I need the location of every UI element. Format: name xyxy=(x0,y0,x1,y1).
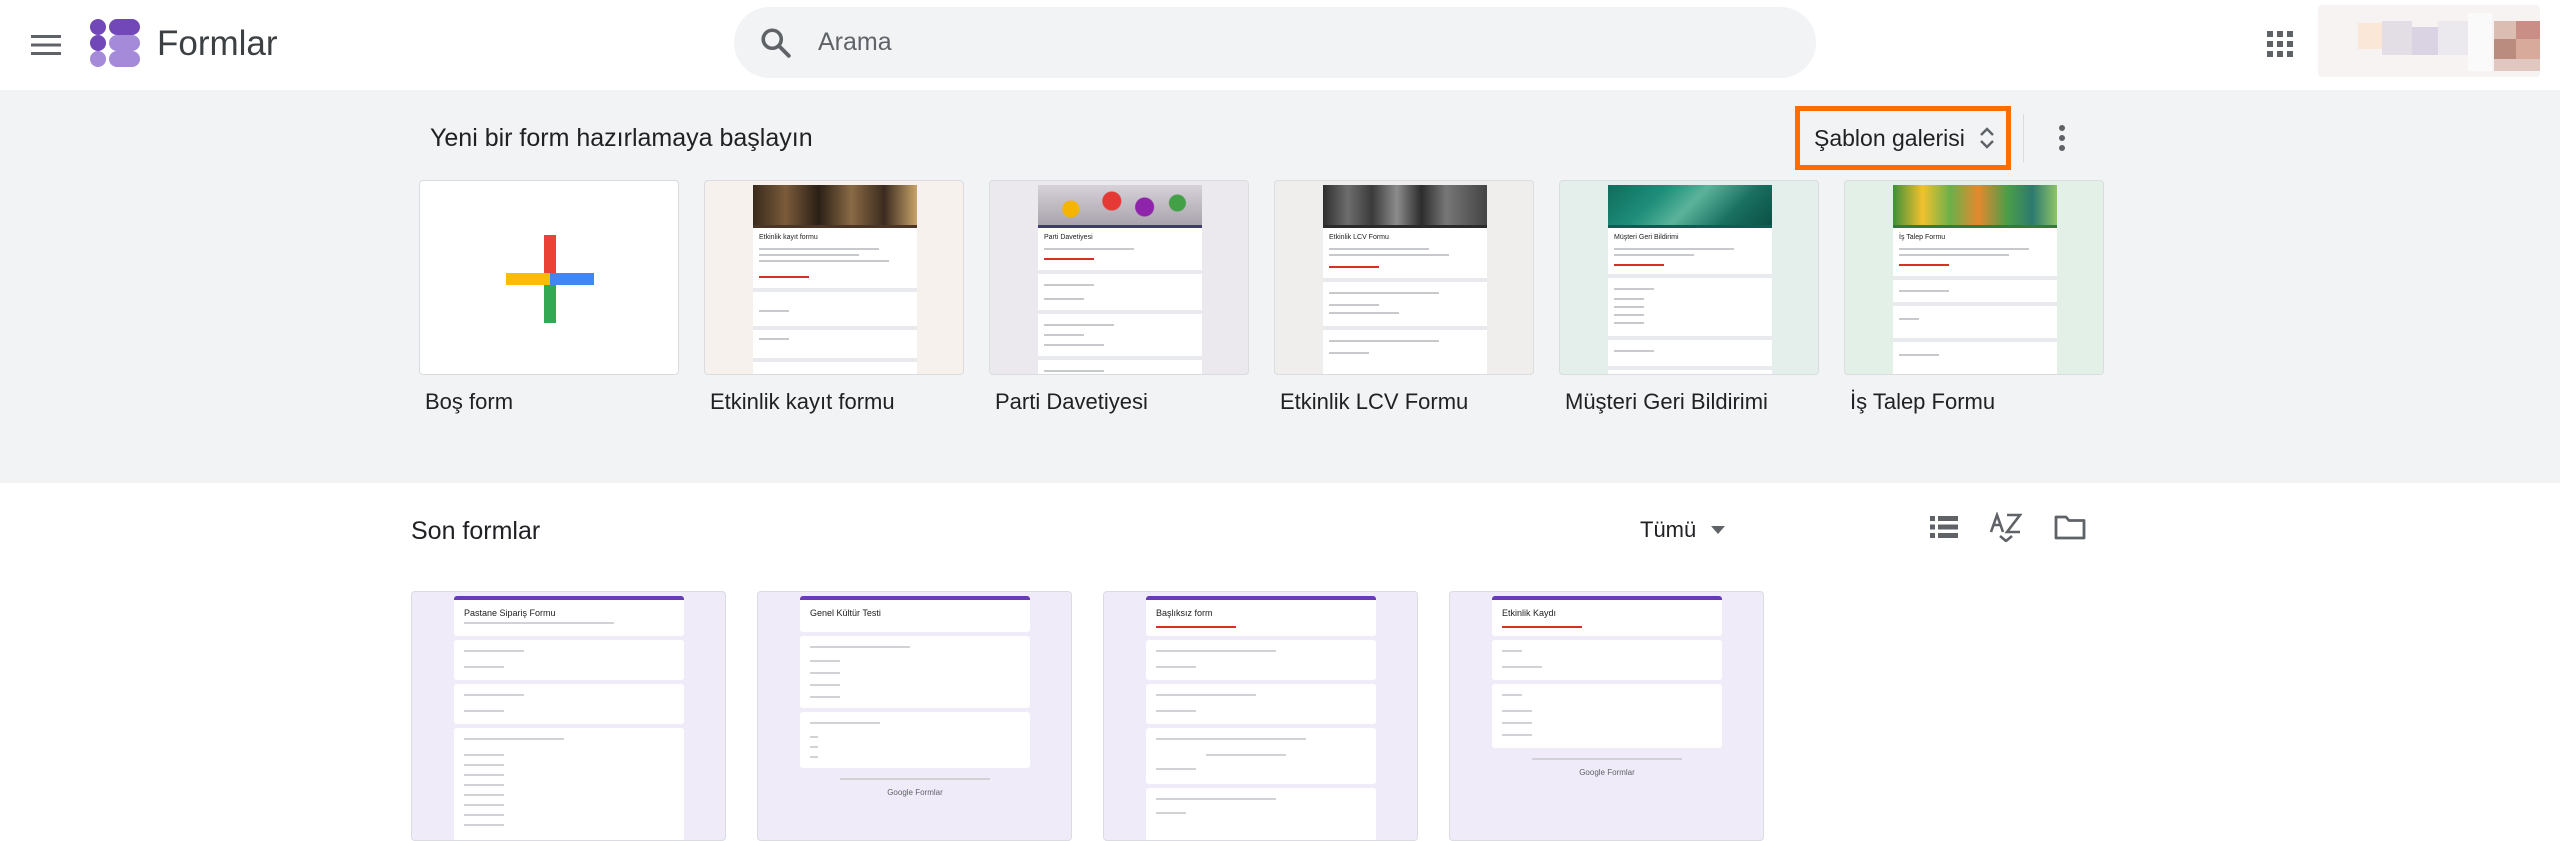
template-label: Etkinlik LCV Formu xyxy=(1280,389,1469,414)
template-thumbnail: Etkinlik LCV Formu xyxy=(1274,180,1534,375)
template-event-rsvp[interactable]: Etkinlik LCV Formu Etkinlik LCV Formu xyxy=(1274,180,1534,415)
template-preview-title: Müşteri Geri Bildirimi xyxy=(1614,234,1679,241)
template-label: Parti Davetiyesi xyxy=(995,389,1148,414)
template-preview-title: Etkinlik LCV Formu xyxy=(1329,234,1389,241)
open-file-picker-button[interactable] xyxy=(2048,505,2092,549)
template-banner-image xyxy=(1608,185,1772,225)
google-apps-button[interactable] xyxy=(2254,18,2306,70)
search-bar[interactable] xyxy=(734,7,1816,78)
template-banner-image xyxy=(1038,185,1202,225)
owner-filter-label: Tümü xyxy=(1640,517,1697,542)
form-preview-footer: Google Formlar xyxy=(887,788,943,797)
template-thumbnail xyxy=(419,180,679,375)
list-view-icon xyxy=(1930,516,1958,538)
template-label: Boş form xyxy=(425,389,514,414)
template-thumbnail: Müşteri Geri Bildirimi xyxy=(1559,180,1819,375)
sort-az-button[interactable] xyxy=(1984,505,2028,549)
template-thumbnail: İş Talep Formu xyxy=(1844,180,2104,375)
recent-form-card[interactable]: Genel Kültür Testi Google Formlar xyxy=(757,591,1072,841)
template-customer-feedback[interactable]: Müşteri Geri Bildirimi Müşteri Geri Bild… xyxy=(1559,180,1819,415)
form-preview-title: Etkinlik Kaydı xyxy=(1502,608,1557,618)
template-label: Müşteri Geri Bildirimi xyxy=(1565,389,1768,414)
top-app-bar: Formlar xyxy=(0,0,2560,90)
form-preview-footer: Google Formlar xyxy=(1579,768,1635,777)
template-gallery-section: Yeni bir form hazırlamaya başlayın Şablo… xyxy=(0,90,2560,483)
toolbar-divider xyxy=(2023,114,2024,162)
recent-form-card[interactable]: Başlıksız form xyxy=(1103,591,1418,841)
template-event-registration[interactable]: Etkinlik kayıt formu Etkinlik kayıt form… xyxy=(704,180,964,415)
main-menu-button[interactable] xyxy=(22,21,70,69)
template-preview-title: Parti Davetiyesi xyxy=(1044,234,1093,241)
template-banner-image xyxy=(1893,185,2057,225)
recent-form-card[interactable]: Etkinlik Kaydı Google Formlar xyxy=(1449,591,1764,841)
template-banner-image xyxy=(753,185,917,225)
template-thumbnail: Etkinlik kayıt formu xyxy=(704,180,964,375)
form-preview-title: Başlıksız form xyxy=(1156,608,1213,618)
arrow-drop-down-icon xyxy=(1711,526,1726,534)
template-gallery-button[interactable]: Şablon galerisi xyxy=(1795,106,2011,170)
apps-grid-icon xyxy=(2267,31,2293,57)
search-icon[interactable] xyxy=(758,25,794,61)
folder-icon xyxy=(2054,515,2086,540)
sort-az-icon xyxy=(1989,512,2023,542)
form-preview: Başlıksız form xyxy=(1146,592,1376,840)
app-title: Formlar xyxy=(157,24,278,63)
recent-form-card[interactable]: Pastane Sipariş Formu xyxy=(411,591,726,841)
form-preview-title: Genel Kültür Testi xyxy=(810,608,881,618)
template-preview-title: Etkinlik kayıt formu xyxy=(759,234,818,241)
owner-filter-dropdown[interactable]: Tümü xyxy=(1640,510,1726,550)
more-options-button[interactable] xyxy=(2040,110,2084,166)
template-party-invite[interactable]: Parti Davetiyesi Parti Davetiyesi xyxy=(989,180,1249,415)
form-preview: Pastane Sipariş Formu xyxy=(454,592,684,840)
template-section-heading: Yeni bir form hazırlamaya başlayın xyxy=(430,124,813,152)
account-avatar[interactable] xyxy=(2318,5,2540,77)
form-preview: Genel Kültür Testi Google Formlar xyxy=(800,592,1030,840)
template-blank-form[interactable]: Boş form xyxy=(419,180,679,415)
template-work-request[interactable]: İş Talep Formu İş Talep Formu xyxy=(1844,180,2104,415)
template-preview-title: İş Talep Formu xyxy=(1899,234,1946,241)
template-label: İş Talep Formu xyxy=(1850,389,1996,414)
plus-icon xyxy=(506,235,594,323)
forms-logo-icon[interactable] xyxy=(89,18,141,68)
hamburger-menu-icon xyxy=(31,35,61,55)
template-thumbnail: Parti Davetiyesi xyxy=(989,180,1249,375)
template-label: Etkinlik kayıt formu xyxy=(710,389,895,414)
unfold-more-icon xyxy=(1980,127,1994,149)
list-view-button[interactable] xyxy=(1922,505,1966,549)
recent-forms-heading: Son formlar xyxy=(411,517,541,545)
more-vert-icon xyxy=(2059,125,2065,151)
form-preview: Etkinlik Kaydı Google Formlar xyxy=(1492,592,1722,840)
template-gallery-label: Şablon galerisi xyxy=(1814,124,1965,151)
template-banner-image xyxy=(1323,185,1487,225)
search-input[interactable] xyxy=(818,7,1778,78)
form-preview-title: Pastane Sipariş Formu xyxy=(464,608,556,618)
